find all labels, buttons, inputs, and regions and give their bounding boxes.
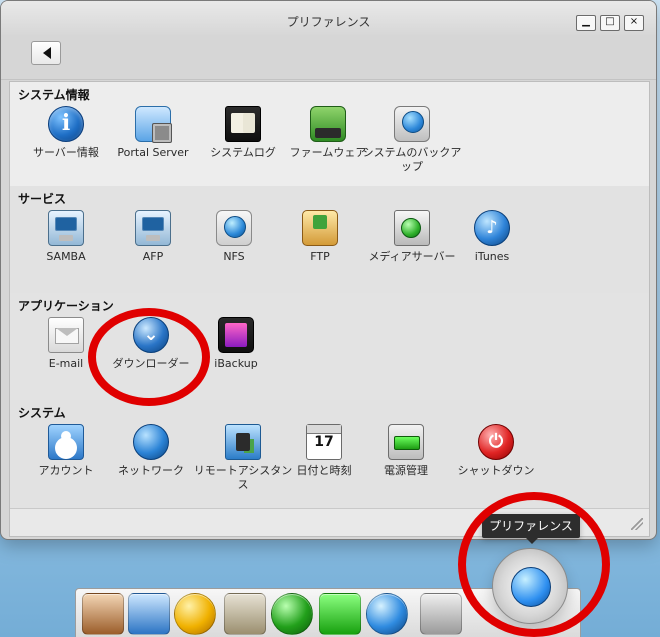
item-label: アカウント <box>38 464 94 477</box>
item-label: 電源管理 <box>384 464 428 477</box>
ibackup-icon <box>218 317 254 353</box>
pref-item-itunes[interactable]: ♪ iTunes <box>446 210 538 264</box>
section-system-info: システム情報 i サーバー情報 Portal Server システムログ ファー… <box>10 82 649 187</box>
titlebar: プリファレンス ▁ □ × <box>1 1 656 36</box>
minimize-button[interactable]: ▁ <box>576 15 596 31</box>
section-title: サービス <box>18 192 67 206</box>
item-label: シャットダウン <box>457 464 535 477</box>
pref-item-system-backup[interactable]: システムのバックアップ <box>362 106 462 174</box>
preferences-window: プリファレンス ▁ □ × システム情報 i サーバー情報 Portal Ser… <box>0 0 657 540</box>
section-items: i サーバー情報 Portal Server システムログ ファームウェア シス… <box>10 106 649 186</box>
close-button[interactable]: × <box>624 15 644 31</box>
backup-icon <box>394 106 430 142</box>
item-label: iTunes <box>474 250 510 263</box>
section-title: システム情報 <box>18 88 90 102</box>
preferences-content: システム情報 i サーバー情報 Portal Server システムログ ファー… <box>9 81 650 537</box>
item-label: SAMBA <box>46 250 86 263</box>
item-label: ファームウェア <box>289 146 367 159</box>
pref-item-network[interactable]: ネットワーク <box>105 424 197 478</box>
item-label: システムのバックアップ <box>362 146 462 173</box>
window-controls: ▁ □ × <box>576 15 644 31</box>
section-title: システム <box>18 406 66 420</box>
shutdown-icon: ⏻ <box>478 424 514 460</box>
portal-server-icon <box>135 106 172 143</box>
ftp-icon <box>302 210 338 246</box>
window-title: プリファレンス <box>286 15 371 29</box>
pref-item-portal-server[interactable]: Portal Server <box>107 106 199 160</box>
mail-icon <box>48 317 84 353</box>
pref-item-power-management[interactable]: 電源管理 <box>360 424 452 478</box>
afp-icon: AFP <box>135 210 171 246</box>
download-icon[interactable] <box>366 593 408 635</box>
annotation-ring-preferences <box>458 492 610 637</box>
globe-icon[interactable] <box>271 593 313 635</box>
maximize-button[interactable]: □ <box>600 15 620 31</box>
remote-assistance-icon <box>225 424 261 460</box>
toolbar <box>1 35 656 80</box>
pref-item-account[interactable]: アカウント <box>20 424 112 478</box>
pref-item-date-time[interactable]: 17 日付と時刻 <box>278 424 370 478</box>
item-label: サーバー情報 <box>33 146 99 159</box>
pref-item-firmware[interactable]: ファームウェア <box>282 106 374 160</box>
item-label: 日付と時刻 <box>296 464 352 477</box>
pref-item-server-info[interactable]: i サーバー情報 <box>20 106 112 160</box>
item-label: NFS <box>223 250 245 263</box>
section-system: システム アカウント ネットワーク リモートアシスタンス 17 日付と時刻 電源… <box>10 400 649 509</box>
account-icon <box>48 424 84 460</box>
back-icon <box>43 47 51 59</box>
power-management-icon <box>388 424 424 460</box>
info-icon: i <box>48 106 84 142</box>
pref-item-afp[interactable]: AFP AFP <box>107 210 199 264</box>
photo-album-icon[interactable] <box>128 593 170 635</box>
pref-item-ftp[interactable]: FTP <box>274 210 366 264</box>
firmware-icon <box>310 106 346 142</box>
section-items: アカウント ネットワーク リモートアシスタンス 17 日付と時刻 電源管理 ⏻ … <box>10 424 649 504</box>
pref-item-nfs[interactable]: NFS <box>188 210 280 264</box>
contacts-icon[interactable] <box>224 593 266 635</box>
item-label: ネットワーク <box>118 464 184 477</box>
itunes-icon: ♪ <box>474 210 510 246</box>
sync-icon[interactable] <box>319 593 361 635</box>
samba-icon: SMB <box>48 210 84 246</box>
annotation-ring-downloader <box>88 308 210 406</box>
log-book-icon <box>225 106 261 142</box>
back-button[interactable] <box>31 41 61 65</box>
pref-item-samba[interactable]: SMB SAMBA <box>20 210 112 264</box>
item-label: AFP <box>142 250 164 263</box>
play-icon[interactable] <box>174 593 216 635</box>
pref-item-shutdown[interactable]: ⏻ シャットダウン <box>446 424 546 478</box>
item-label: Portal Server <box>117 146 189 159</box>
calendar-icon: 17 <box>306 424 342 460</box>
home-icon[interactable] <box>82 593 124 635</box>
media-server-icon <box>394 210 430 246</box>
tools-icon[interactable] <box>420 593 462 635</box>
pref-item-system-log[interactable]: システムログ <box>197 106 289 160</box>
section-services: サービス SMB SAMBA AFP AFP NFS FTP メディアサーバー … <box>10 186 649 294</box>
resize-grip[interactable] <box>631 518 643 530</box>
item-label: FTP <box>310 250 330 263</box>
network-icon <box>133 424 169 460</box>
section-title: アプリケーション <box>18 299 114 313</box>
section-items: SMB SAMBA AFP AFP NFS FTP メディアサーバー ♪ iTu… <box>10 210 649 290</box>
nfs-icon <box>216 210 252 246</box>
item-label: システムログ <box>210 146 276 159</box>
